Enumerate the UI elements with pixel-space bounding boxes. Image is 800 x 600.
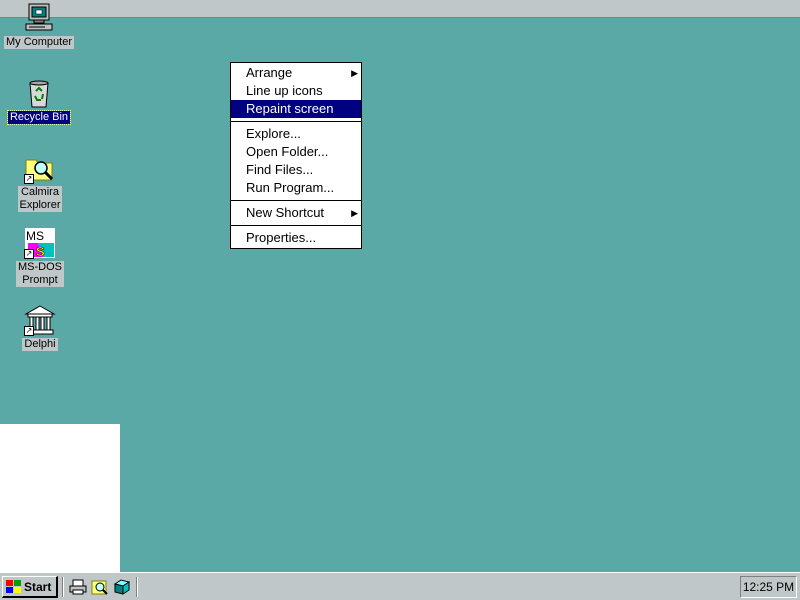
recycle-bin-icon [23, 77, 55, 109]
explorer-icon: ↗ [24, 152, 56, 184]
desktop-icon-ms-dos-prompt[interactable]: MS S ↗ MS-DOS Prompt [4, 227, 76, 287]
printer-icon[interactable] [69, 578, 87, 596]
start-button[interactable]: Start [2, 576, 58, 598]
menu-item-run-program[interactable]: Run Program... [231, 179, 361, 197]
menu-separator [231, 121, 361, 122]
menu-item-label: Find Files... [246, 162, 314, 177]
menu-item-properties[interactable]: Properties... [231, 229, 361, 247]
menu-item-line-up-icons[interactable]: Line up icons [231, 82, 361, 100]
menu-item-label: Explore... [246, 126, 301, 141]
windows-logo-icon [6, 579, 22, 594]
clock[interactable]: 12:25 PM [740, 576, 797, 598]
menu-item-explore[interactable]: Explore... [231, 125, 361, 143]
blank-window-area [0, 424, 120, 572]
submenu-arrow-icon: ▶ [351, 68, 358, 78]
desktop-icon-label: My Computer [3, 36, 75, 49]
shortcut-arrow-icon: ↗ [24, 249, 34, 259]
menu-item-arrange[interactable]: Arrange ▶ [231, 64, 361, 82]
menu-item-label: Run Program... [246, 180, 335, 195]
menu-item-label: Repaint screen [246, 101, 334, 116]
find-icon[interactable] [91, 578, 109, 596]
start-label: Start [24, 579, 52, 594]
delphi-icon: ↗ [24, 304, 56, 336]
submenu-arrow-icon: ▶ [351, 208, 358, 218]
top-strip [0, 0, 800, 18]
desktop-icon-my-computer[interactable]: My Computer [3, 2, 75, 49]
taskbar: Start 12:25 PM [0, 572, 800, 600]
menu-item-label: Open Folder... [246, 144, 329, 159]
desktop-context-menu: Arrange ▶ Line up icons Repaint screen E… [230, 62, 362, 249]
desktop-icon-label: Recycle Bin [6, 110, 72, 125]
computer-icon [23, 2, 55, 34]
desktop-icon-delphi[interactable]: ↗ Delphi [4, 304, 76, 351]
taskbar-divider [62, 577, 64, 597]
svg-text:MS: MS [26, 229, 44, 243]
menu-item-label: New Shortcut [246, 205, 325, 220]
shortcut-arrow-icon: ↗ [24, 326, 34, 336]
explorer-quick-icon[interactable] [113, 578, 131, 596]
menu-item-label: Line up icons [246, 83, 323, 98]
menu-item-new-shortcut[interactable]: New Shortcut ▶ [231, 204, 361, 222]
desktop-icon-label: Delphi [22, 338, 58, 351]
desktop-icon-label: Calmira Explorer [17, 186, 63, 212]
menu-separator [231, 200, 361, 201]
menu-item-find-files[interactable]: Find Files... [231, 161, 361, 179]
menu-item-label: Properties... [246, 230, 317, 245]
menu-item-label: Arrange [246, 65, 293, 80]
svg-text:S: S [36, 244, 45, 259]
menu-separator [231, 225, 361, 226]
desktop-icon-recycle-bin[interactable]: Recycle Bin [3, 77, 75, 125]
desktop-icon-calmira-explorer[interactable]: ↗ Calmira Explorer [4, 152, 76, 212]
shortcut-arrow-icon: ↗ [24, 174, 34, 184]
menu-item-repaint-screen[interactable]: Repaint screen [231, 100, 361, 118]
menu-item-open-folder[interactable]: Open Folder... [231, 143, 361, 161]
desktop-icon-label: MS-DOS Prompt [16, 261, 64, 287]
taskbar-divider [136, 577, 138, 597]
ms-dos-icon: MS S ↗ [24, 227, 56, 259]
